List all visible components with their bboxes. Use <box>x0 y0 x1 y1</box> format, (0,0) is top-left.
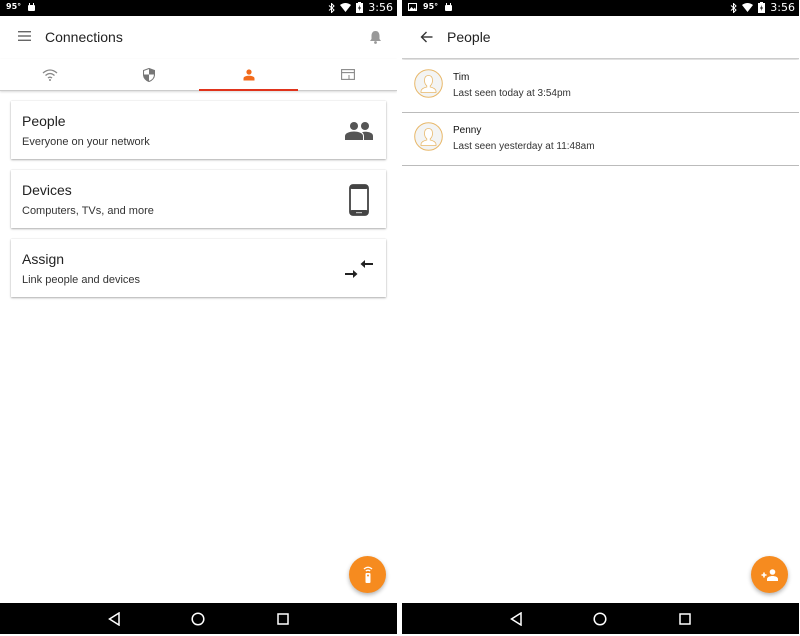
bluetooth-icon <box>328 2 336 13</box>
last-seen-text: Last seen today at 3:54pm <box>453 88 571 99</box>
person-row-penny[interactable]: Penny Last seen yesterday at 11:48am <box>402 113 799 166</box>
smartphone-icon <box>342 183 376 217</box>
person-name: Tim <box>453 72 470 83</box>
battery-charging-icon <box>356 2 364 13</box>
connections-screen: 95° 3:56 Connections People Everyone on … <box>0 0 397 634</box>
bluetooth-icon <box>730 2 738 13</box>
card-title: People <box>22 113 66 129</box>
status-bar: 95° 3:56 <box>402 0 799 16</box>
status-bar: 95° 3:56 <box>0 0 397 16</box>
card-subtitle: Everyone on your network <box>22 136 150 148</box>
temperature-text: 95° <box>6 2 22 11</box>
android-icon <box>27 2 36 11</box>
assign-card[interactable]: Assign Link people and devices <box>11 239 386 297</box>
recents-icon[interactable] <box>275 611 291 627</box>
people-icon <box>342 114 376 148</box>
add-person-icon <box>761 568 779 581</box>
card-title: Devices <box>22 182 72 198</box>
home-icon[interactable] <box>592 611 608 627</box>
tab-bar <box>0 59 397 91</box>
bell-icon[interactable] <box>369 30 382 44</box>
android-icon <box>444 2 453 11</box>
clock: 3:56 <box>368 1 393 14</box>
system-nav-bar <box>402 603 799 634</box>
recents-icon[interactable] <box>677 611 693 627</box>
battery-charging-icon <box>758 2 766 13</box>
back-icon[interactable] <box>508 611 524 627</box>
tab-browser[interactable] <box>298 59 397 90</box>
page-title: People <box>447 29 491 45</box>
wifi-icon <box>42 68 58 81</box>
home-icon[interactable] <box>190 611 206 627</box>
avatar <box>414 122 443 151</box>
app-bar: People <box>402 16 799 59</box>
card-subtitle: Link people and devices <box>22 274 141 286</box>
card-title: Assign <box>22 251 65 267</box>
person-row-tim[interactable]: Tim Last seen today at 3:54pm <box>402 60 799 113</box>
devices-card[interactable]: Devices Computers, TVs, and more <box>11 170 386 228</box>
hamburger-menu-icon[interactable] <box>18 31 31 41</box>
avatar <box>414 69 443 98</box>
wifi-icon <box>340 3 352 12</box>
page-title: Connections <box>45 29 123 45</box>
back-icon[interactable] <box>106 611 122 627</box>
card-subtitle: Computers, TVs, and more <box>22 205 154 217</box>
back-arrow-icon[interactable] <box>420 31 433 43</box>
people-screen: 95° 3:56 People Tim Last seen today at 3… <box>402 0 799 634</box>
person-name: Penny <box>453 125 482 136</box>
remote-control-icon <box>362 566 374 584</box>
temperature-text: 95° <box>423 2 439 11</box>
remote-control-fab[interactable] <box>349 556 386 593</box>
add-person-fab[interactable] <box>751 556 788 593</box>
last-seen-text: Last seen yesterday at 11:48am <box>453 141 595 152</box>
app-bar: Connections <box>0 16 397 59</box>
tab-wifi[interactable] <box>0 59 99 90</box>
person-icon <box>243 68 255 81</box>
wifi-icon <box>742 3 754 12</box>
tab-security[interactable] <box>99 59 198 90</box>
browser-window-icon <box>340 69 355 80</box>
image-icon <box>408 2 417 11</box>
tab-people[interactable] <box>199 59 298 91</box>
shield-icon <box>142 67 155 82</box>
assign-arrows-icon <box>342 252 376 286</box>
people-card[interactable]: People Everyone on your network <box>11 101 386 159</box>
system-nav-bar <box>0 603 397 634</box>
clock: 3:56 <box>770 1 795 14</box>
